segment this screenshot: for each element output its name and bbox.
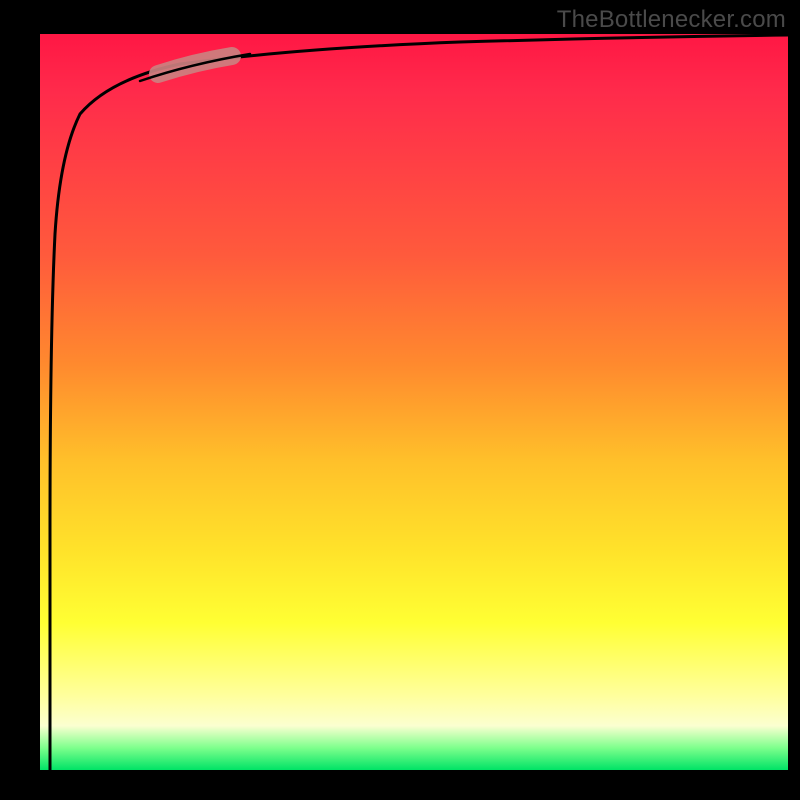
chart-frame: TheBottlenecker.com	[0, 0, 800, 800]
attribution-text: TheBottlenecker.com	[557, 6, 786, 34]
chart-curve-layer	[40, 34, 788, 770]
main-curve	[50, 35, 788, 770]
